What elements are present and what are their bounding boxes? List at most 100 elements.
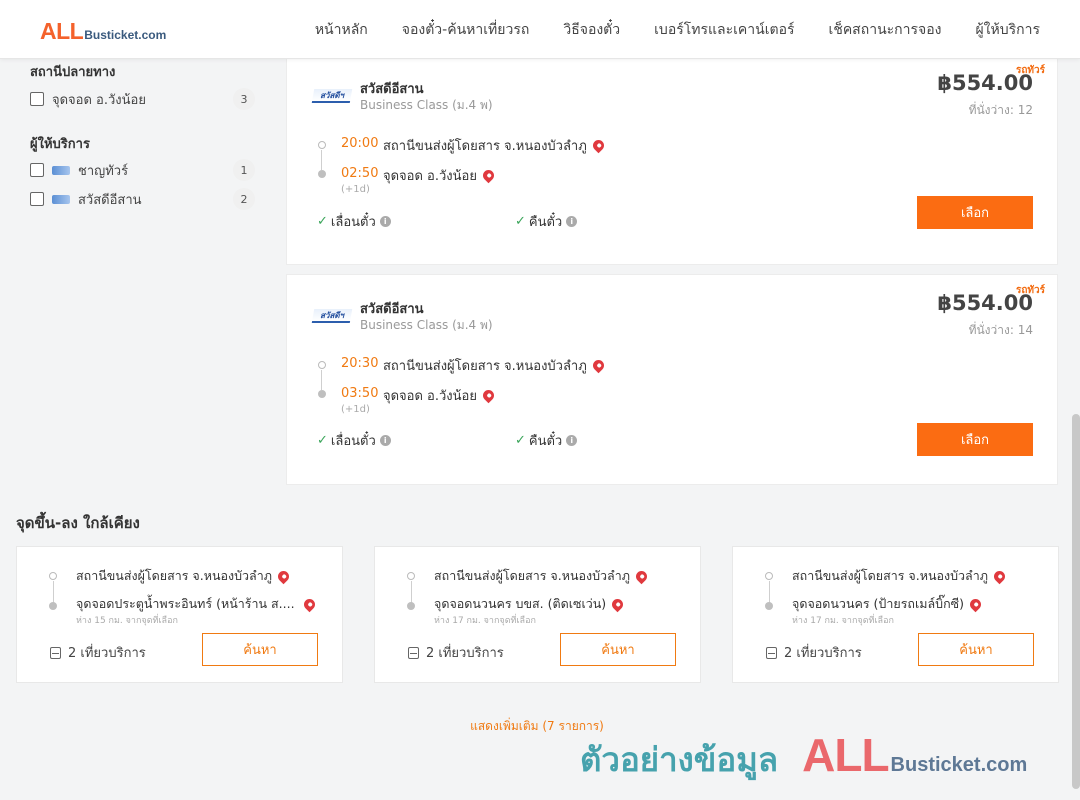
operator-filter-title: ผู้ให้บริการ xyxy=(30,137,90,152)
scrollbar-thumb[interactable] xyxy=(1072,414,1080,789)
destination-filter-item[interactable]: จุดจอด อ.วังน้อย 3 xyxy=(30,88,255,110)
trip-card: รถทัวร์ สวัสดีฯ สวัสดีอีสาน Business Cla… xyxy=(286,274,1058,485)
departure-dot-icon xyxy=(318,141,326,149)
departure-stop-label: สถานีขนส่งผู้โดยสาร จ.หนองบัวลำภู xyxy=(383,139,587,154)
nearby-to-label: จุดจอดนวนคร (ป้ายรถเมล์บิ๊กซี) xyxy=(792,596,965,611)
arrival-stop-label: จุดจอด อ.วังน้อย xyxy=(383,389,477,404)
nearby-from: สถานีขนส่งผู้โดยสาร จ.หนองบัวลำภู xyxy=(434,566,650,586)
distance-label: ห่าง 17 กม. จากจุดที่เลือก xyxy=(792,616,894,626)
reschedule-feature: ✓ เลื่อนตั๋ว i xyxy=(317,430,391,451)
info-icon[interactable]: i xyxy=(566,216,578,227)
nav-operators[interactable]: ผู้ให้บริการ xyxy=(975,19,1040,41)
watermark-logo-all: ALL xyxy=(802,729,889,781)
operator-label: สวัสดีอีสาน xyxy=(78,192,142,208)
operator-logo-icon xyxy=(52,165,70,175)
site-logo[interactable]: ALL Busticket.com xyxy=(40,18,166,45)
operator-logo-icon: สวัสดีฯ xyxy=(311,309,353,323)
operator-filter-item[interactable]: ชาญทัวร์ 1 xyxy=(30,159,255,181)
trip-count: 2 เที่ยวบริการ xyxy=(50,642,146,663)
nav-home[interactable]: หน้าหลัก xyxy=(315,19,368,41)
nearby-stop-card: สถานีขนส่งผู้โดยสาร จ.หนองบัวลำภู จุดจอด… xyxy=(374,546,701,683)
watermark-text: ตัวอย่างข้อมูล xyxy=(580,740,779,779)
reschedule-label: เลื่อนตั๋ว xyxy=(330,215,376,230)
refund-label: คืนตั๋ว xyxy=(528,434,563,449)
trip-count-label: 2 เที่ยวบริการ xyxy=(784,646,862,661)
map-pin-icon[interactable] xyxy=(609,596,626,612)
nearby-from: สถานีขนส่งผู้โดยสาร จ.หนองบัวลำภู xyxy=(792,566,1008,586)
check-icon: ✓ xyxy=(317,214,328,229)
route-line xyxy=(769,581,770,603)
search-button[interactable]: ค้นหา xyxy=(918,633,1034,666)
distance-label: ห่าง 17 กม. จากจุดที่เลือก xyxy=(434,616,536,626)
count-badge: 1 xyxy=(233,159,255,181)
info-icon[interactable]: i xyxy=(566,435,578,446)
route-line xyxy=(53,581,54,603)
checkbox[interactable] xyxy=(30,163,44,177)
price: ฿554.00 xyxy=(937,291,1033,315)
bus-icon xyxy=(50,646,61,659)
operator-logo-icon: สวัสดีฯ xyxy=(311,89,353,103)
map-pin-icon[interactable] xyxy=(275,568,292,584)
main-nav: หน้าหลัก จองตั๋ว-ค้นหาเที่ยวรถ วิธีจองตั… xyxy=(315,0,1040,59)
seats-available: ที่นั่งว่าง: 12 xyxy=(968,103,1033,117)
departure-time: 20:00 xyxy=(341,136,379,151)
destination-label: จุดจอด อ.วังน้อย xyxy=(52,92,146,108)
operator-filter-item[interactable]: สวัสดีอีสาน 2 xyxy=(30,188,255,210)
check-icon: ✓ xyxy=(515,214,526,229)
trip-card: รถทัวร์ สวัสดีฯ สวัสดีอีสาน Business Cla… xyxy=(286,54,1058,265)
trip-count: 2 เที่ยวบริการ xyxy=(408,642,504,663)
map-pin-icon[interactable] xyxy=(991,568,1008,584)
search-button[interactable]: ค้นหา xyxy=(560,633,676,666)
arrival-dot-icon xyxy=(407,602,415,610)
logo-busticket: Busticket.com xyxy=(84,28,167,42)
bus-class: Business Class (ม.4 พ) xyxy=(360,318,493,332)
route-line xyxy=(411,581,412,603)
select-trip-button[interactable]: เลือก xyxy=(917,423,1033,456)
nav-how-to-book[interactable]: วิธีจองตั๋ว xyxy=(563,19,620,41)
distance-label: ห่าง 15 กม. จากจุดที่เลือก xyxy=(76,616,178,626)
select-trip-button[interactable]: เลือก xyxy=(917,196,1033,229)
search-button[interactable]: ค้นหา xyxy=(202,633,318,666)
map-pin-icon[interactable] xyxy=(590,137,607,154)
nearby-to: จุดจอดนวนคร บขส. (ติดเซเว่น) xyxy=(434,594,626,614)
bus-icon xyxy=(766,646,777,659)
arrival-dot-icon xyxy=(318,390,326,398)
trip-count-label: 2 เที่ยวบริการ xyxy=(426,646,504,661)
count-badge: 3 xyxy=(233,88,255,110)
route-line xyxy=(321,150,322,170)
operator-label: ชาญทัวร์ xyxy=(78,163,129,179)
departure-dot-icon xyxy=(318,361,326,369)
arrival-dot-icon xyxy=(765,602,773,610)
bus-icon xyxy=(408,646,419,659)
departure-dot-icon xyxy=(765,572,773,580)
departure-time: 20:30 xyxy=(341,356,379,371)
nearby-to-label: จุดจอดประตูน้ำพระอินทร์ (หน้าร้าน ส.... xyxy=(76,596,295,611)
trip-count-label: 2 เที่ยวบริการ xyxy=(68,646,146,661)
route-line xyxy=(321,370,322,390)
map-pin-icon[interactable] xyxy=(633,568,650,584)
map-pin-icon[interactable] xyxy=(301,596,317,612)
nearby-from-label: สถานีขนส่งผู้โดยสาร จ.หนองบัวลำภู xyxy=(76,568,272,583)
map-pin-icon[interactable] xyxy=(480,387,497,404)
nav-book-search[interactable]: จองตั๋ว-ค้นหาเที่ยวรถ xyxy=(402,19,530,41)
nav-contact-counters[interactable]: เบอร์โทรและเคาน์เตอร์ xyxy=(654,19,794,41)
nearby-to: จุดจอดประตูน้ำพระอินทร์ (หน้าร้าน ส.... xyxy=(76,594,317,614)
map-pin-icon[interactable] xyxy=(480,167,497,184)
nav-check-booking[interactable]: เช็คสถานะการจอง xyxy=(829,19,942,41)
checkbox[interactable] xyxy=(30,92,44,106)
price: ฿554.00 xyxy=(937,71,1033,95)
operator-logo-icon xyxy=(52,194,70,204)
nearby-to: จุดจอดนวนคร (ป้ายรถเมล์บิ๊กซี) xyxy=(792,594,984,614)
info-icon[interactable]: i xyxy=(379,216,391,227)
operator-logo-text: สวัสดีฯ xyxy=(320,311,345,320)
map-pin-icon[interactable] xyxy=(967,596,984,612)
trip-count: 2 เที่ยวบริการ xyxy=(766,642,862,663)
arrival-dot-icon xyxy=(318,170,326,178)
check-icon: ✓ xyxy=(317,433,328,448)
checkbox[interactable] xyxy=(30,192,44,206)
nearby-stops-title: จุดขึ้น-ลง ใกล้เคียง xyxy=(16,514,140,532)
page-scrollbar[interactable] xyxy=(1072,59,1080,800)
map-pin-icon[interactable] xyxy=(590,357,607,374)
watermark-logo-busticket: Busticket.com xyxy=(890,754,1028,776)
info-icon[interactable]: i xyxy=(379,435,391,446)
